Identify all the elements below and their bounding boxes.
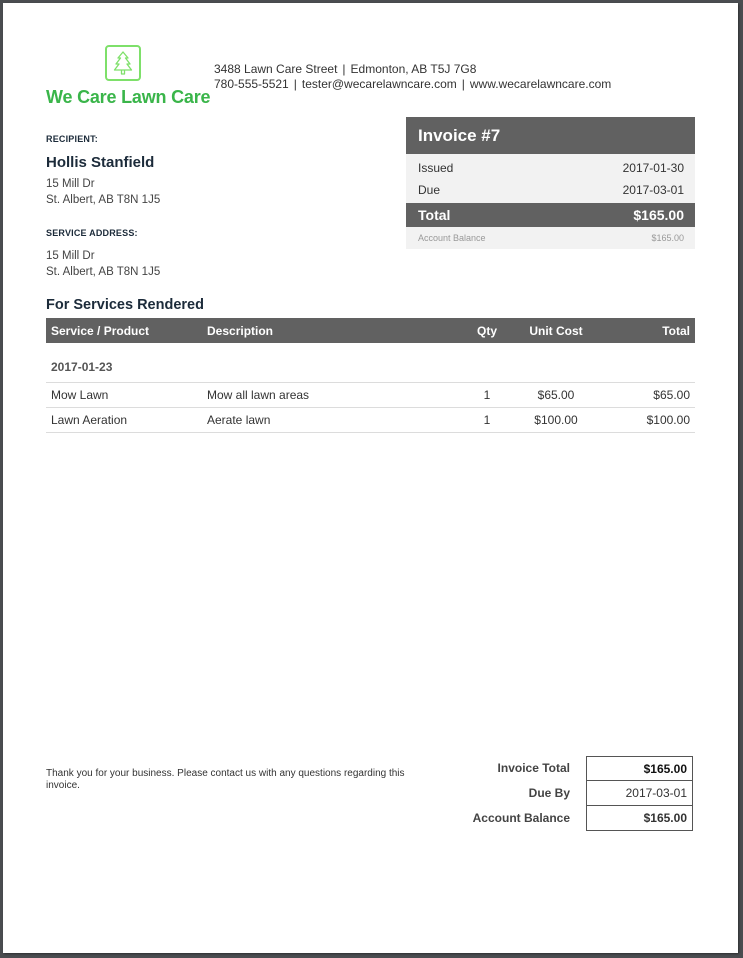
due-row: Due 2017-03-01 [406, 179, 695, 201]
service-address-label: SERVICE ADDRESS: [46, 228, 138, 238]
company-logo [105, 45, 141, 81]
table-row: Mow Lawn Mow all lawn areas 1 $65.00 $65… [46, 382, 695, 408]
col-total: Total [600, 318, 695, 343]
account-balance-row: Account Balance $165.00 [406, 227, 695, 249]
company-contact-line: 780-555-5521 | tester@wecarelawncare.com | w… [214, 77, 612, 91]
service-address: 15 Mill Dr St. Albert, AB T8N 1J5 [46, 250, 161, 278]
due-by-row: Due By 2017-03-01 [443, 781, 693, 806]
account-balance-footer-row: Account Balance $165.00 [443, 806, 693, 831]
company-website[interactable]: www.wecarelawncare.com [470, 77, 611, 91]
recipient-name: Hollis Stanfield [46, 154, 155, 171]
invoice-total-value: $165.00 [586, 756, 693, 781]
table-header: Service / Product Description Qty Unit C… [46, 318, 695, 343]
service-date: 2017-01-23 [46, 343, 695, 383]
col-qty: Qty [462, 318, 512, 343]
table-row: Lawn Aeration Aerate lawn 1 $100.00 $100… [46, 407, 695, 433]
due-date: 2017-03-01 [622, 183, 684, 197]
street-address: 3488 Lawn Care Street [214, 62, 338, 76]
account-balance-value: $165.00 [586, 806, 693, 831]
total-row: Total $165.00 [406, 203, 695, 227]
col-description: Description [202, 318, 462, 343]
service-date-row: 2017-01-23 [46, 343, 695, 383]
account-balance-amount: $165.00 [651, 233, 684, 243]
services-table: Service / Product Description Qty Unit C… [46, 318, 695, 433]
recipient-label: RECIPIENT: [46, 134, 99, 144]
due-by-value: 2017-03-01 [586, 781, 693, 806]
company-phone: 780-555-5521 [214, 77, 289, 91]
invoice-total-row: Invoice Total $165.00 [443, 756, 693, 781]
invoice-title: Invoice #7 [406, 117, 695, 154]
company-address-line: 3488 Lawn Care Street | Edmonton, AB T5J 7… [214, 62, 477, 76]
issued-date: 2017-01-30 [622, 161, 684, 175]
company-name: We Care Lawn Care [46, 87, 211, 107]
company-email[interactable]: tester@wecarelawncare.com [302, 77, 457, 91]
services-title: For Services Rendered [46, 297, 204, 313]
invoice-summary: Invoice #7 Issued 2017-01-30 Due 2017-03… [406, 117, 695, 249]
col-unit-cost: Unit Cost [512, 318, 600, 343]
col-service: Service / Product [46, 318, 202, 343]
invoice-page: We Care Lawn Care 3488 Lawn Care Street |… [3, 3, 738, 953]
city-address: Edmonton, AB T5J 7G8 [350, 62, 477, 76]
footer-totals: Invoice Total $165.00 Due By 2017-03-01 … [443, 756, 693, 831]
recipient-address: 15 Mill Dr St. Albert, AB T8N 1J5 [46, 178, 161, 206]
company-contact: 3488 Lawn Care Street | Edmonton, AB T5J 7… [214, 62, 611, 92]
total-amount: $165.00 [633, 207, 684, 223]
thank-you-note: Thank you for your business. Please cont… [46, 768, 405, 791]
issued-row: Issued 2017-01-30 [406, 157, 695, 179]
tree-icon [113, 51, 133, 75]
